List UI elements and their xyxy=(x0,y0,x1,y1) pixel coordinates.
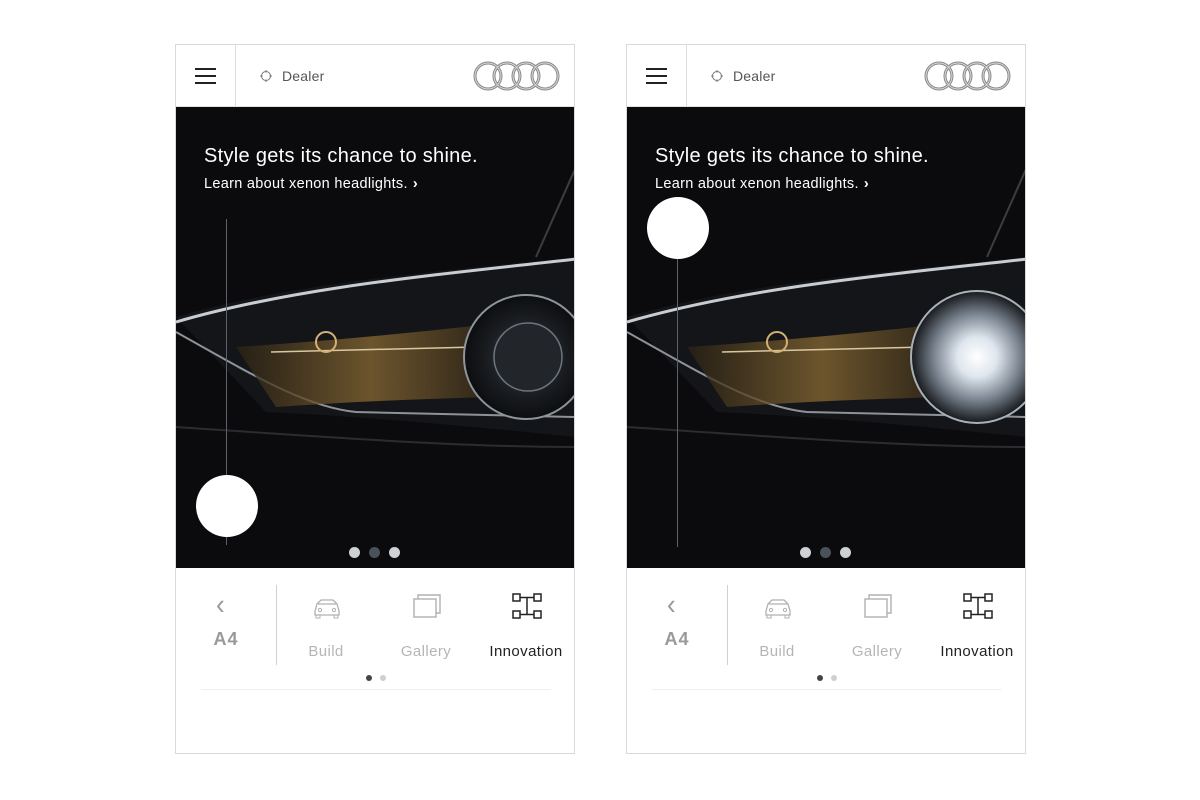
top-bar: Dealer xyxy=(176,45,574,107)
nav-label: Build xyxy=(759,643,795,660)
dealer-button[interactable]: Dealer xyxy=(260,67,324,85)
divider-line xyxy=(201,689,551,690)
bottom-navigation: ‹ A4 Build Gallery Innovation xyxy=(176,569,574,753)
car-icon xyxy=(314,599,340,619)
nav-item-gallery[interactable]: Gallery xyxy=(827,585,927,665)
model-label: A4 xyxy=(664,629,690,649)
hero-link-text: Learn about xenon headlights. xyxy=(204,176,408,192)
nav-label: Gallery xyxy=(851,643,903,660)
back-button[interactable]: ‹ A4 xyxy=(176,585,276,665)
phone-screen-1: Dealer Style gets its chance to shine. L… xyxy=(175,44,575,754)
innovation-icon xyxy=(963,593,993,619)
nav-pager xyxy=(817,675,845,681)
audi-logo[interactable] xyxy=(923,60,1011,92)
carousel-dot[interactable] xyxy=(840,547,851,558)
top-bar: Dealer xyxy=(627,45,1025,107)
bottom-navigation: ‹ A4 Build Gallery Innovation xyxy=(627,569,1025,753)
phone-screen-2: Dealer Style gets its chance to shine. L… xyxy=(626,44,1026,754)
hero-title: Style gets its chance to shine. xyxy=(655,145,929,167)
pager-dot[interactable] xyxy=(817,675,823,681)
carousel-dots xyxy=(349,547,409,558)
hero-banner[interactable]: Style gets its chance to shine. Learn ab… xyxy=(627,107,1025,568)
nav-label: Innovation xyxy=(940,643,1014,660)
gallery-icon xyxy=(864,594,892,618)
carousel-dots xyxy=(800,547,860,558)
hero-banner[interactable]: Style gets its chance to shine. Learn ab… xyxy=(176,107,574,568)
carousel-dot[interactable] xyxy=(369,547,380,558)
hamburger-menu-button[interactable] xyxy=(627,45,687,106)
slider-handle[interactable] xyxy=(647,197,709,259)
locate-icon xyxy=(711,70,723,82)
xenon-headlights-link[interactable]: Learn about xenon headlights. › xyxy=(204,176,418,192)
gallery-icon xyxy=(413,594,441,618)
nav-label: Gallery xyxy=(400,643,452,660)
back-button[interactable]: ‹ A4 xyxy=(627,585,727,665)
chevron-right-icon: › xyxy=(412,176,418,192)
slider-track[interactable] xyxy=(677,227,678,547)
innovation-icon xyxy=(512,593,542,619)
carousel-dot[interactable] xyxy=(800,547,811,558)
carousel-dot[interactable] xyxy=(389,547,400,558)
nav-item-innovation[interactable]: Innovation xyxy=(927,585,1025,665)
nav-label: Build xyxy=(308,643,344,660)
dealer-label: Dealer xyxy=(733,68,776,84)
hero-link-text: Learn about xenon headlights. xyxy=(655,176,859,192)
nav-item-build[interactable]: Build xyxy=(276,585,376,665)
slider-handle[interactable] xyxy=(196,475,258,537)
hamburger-menu-button[interactable] xyxy=(176,45,236,106)
carousel-dot[interactable] xyxy=(820,547,831,558)
model-label: A4 xyxy=(213,629,239,649)
chevron-left-icon: ‹ xyxy=(216,587,225,621)
locate-icon xyxy=(260,70,272,82)
chevron-right-icon: › xyxy=(863,176,869,192)
chevron-left-icon: ‹ xyxy=(667,587,676,621)
nav-label: Innovation xyxy=(489,643,563,660)
pager-dot[interactable] xyxy=(380,675,386,681)
audi-logo[interactable] xyxy=(472,60,560,92)
car-icon xyxy=(765,599,791,619)
pager-dot[interactable] xyxy=(366,675,372,681)
pager-dot[interactable] xyxy=(831,675,837,681)
nav-pager xyxy=(366,675,394,681)
dealer-label: Dealer xyxy=(282,68,325,84)
hero-title: Style gets its chance to shine. xyxy=(204,145,478,167)
nav-item-build[interactable]: Build xyxy=(727,585,827,665)
nav-item-innovation[interactable]: Innovation xyxy=(476,585,574,665)
divider-line xyxy=(652,689,1002,690)
nav-item-gallery[interactable]: Gallery xyxy=(376,585,476,665)
carousel-dot[interactable] xyxy=(349,547,360,558)
dealer-button[interactable]: Dealer xyxy=(711,67,775,85)
xenon-headlights-link[interactable]: Learn about xenon headlights. › xyxy=(655,176,869,192)
